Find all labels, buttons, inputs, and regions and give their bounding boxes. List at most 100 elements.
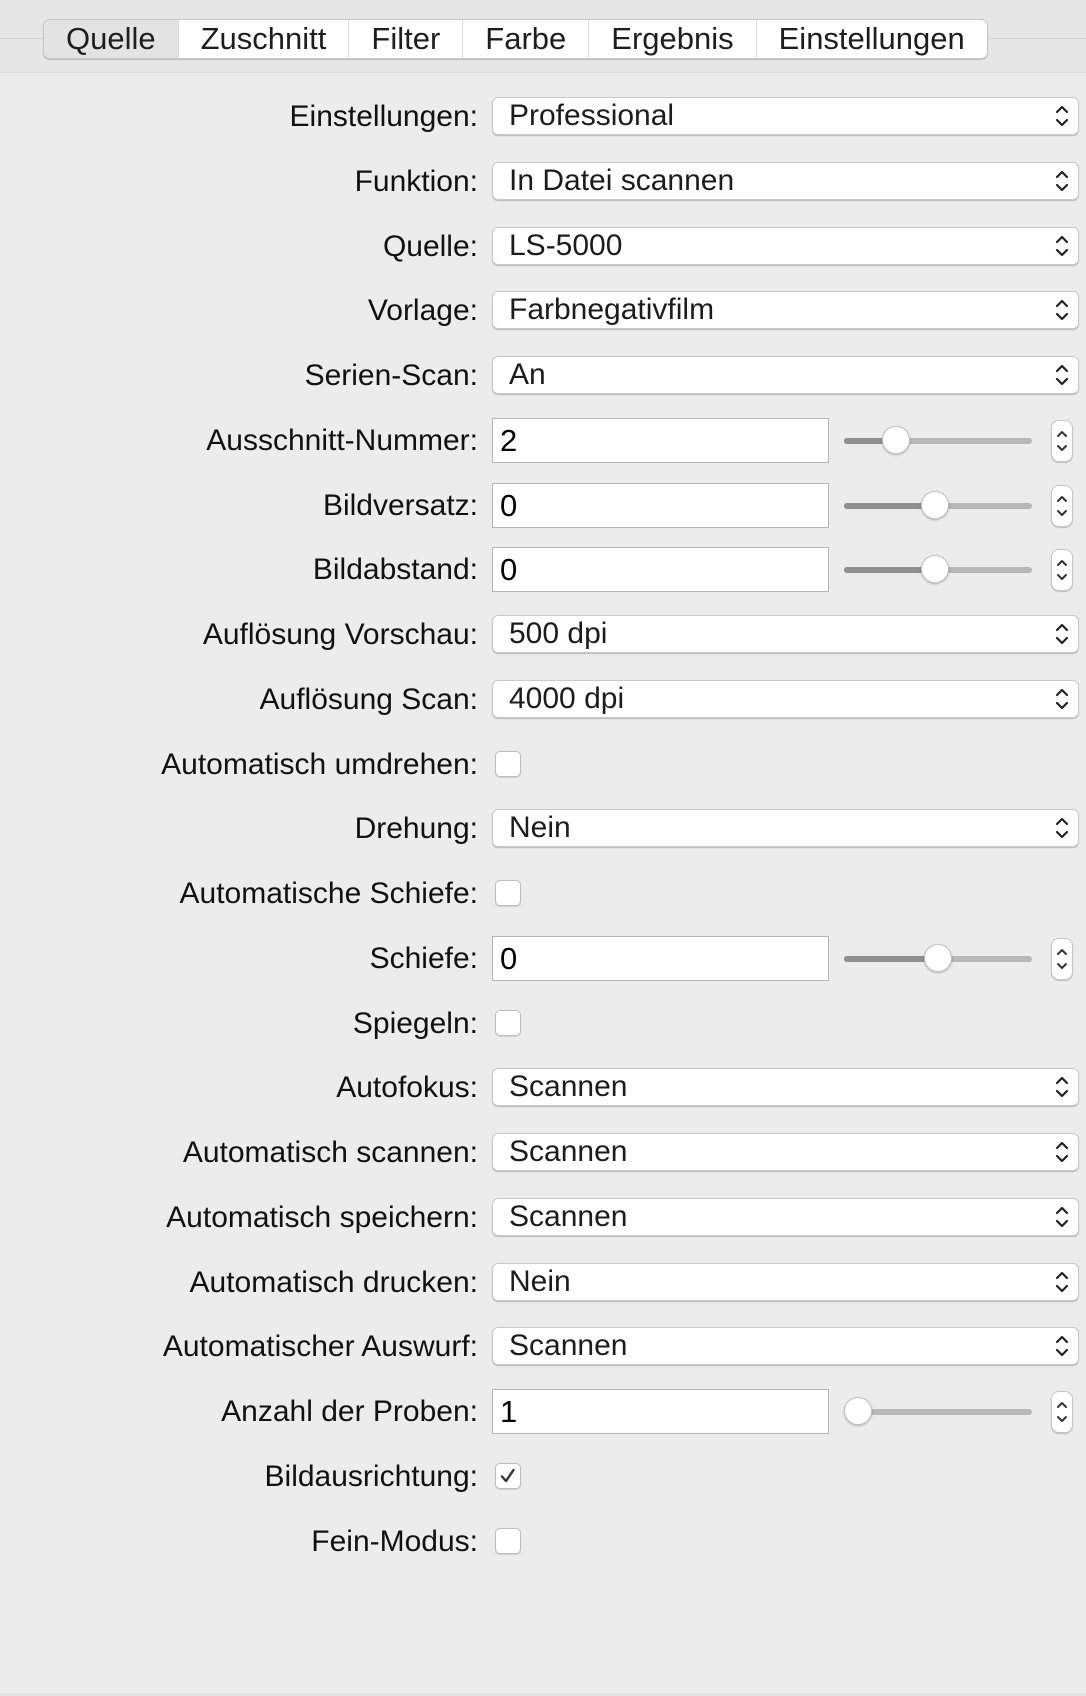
row-einstellungen: Einstellungen: Professional <box>0 92 1086 142</box>
automatische-schiefe-label: Automatische Schiefe: <box>179 877 479 910</box>
chevron-up-down-icon <box>1052 1137 1072 1167</box>
row-automatischer-auswurf: Automatischer Auswurf: Scannen <box>0 1322 1086 1372</box>
ausschnitt-nummer-input[interactable]: 2 <box>492 418 829 463</box>
row-funktion: Funktion: In Datei scannen <box>0 157 1086 207</box>
slider-knob[interactable] <box>844 1397 872 1425</box>
row-automatisch-scannen: Automatisch scannen: Scannen <box>0 1128 1086 1178</box>
tab-einstellungen[interactable]: Einstellungen <box>755 20 987 58</box>
slider-knob[interactable] <box>920 555 949 583</box>
bildabstand-slider[interactable] <box>844 545 1032 595</box>
automatischer-auswurf-value: Scannen <box>509 1329 628 1362</box>
ausschnitt-nummer-slider[interactable] <box>844 416 1032 466</box>
row-automatisch-umdrehen: Automatisch umdrehen: <box>0 740 1086 790</box>
funktion-label: Funktion: <box>354 165 478 198</box>
spiegeln-label: Spiegeln: <box>352 1007 478 1040</box>
automatisch-speichern-popup[interactable]: Scannen <box>492 1198 1079 1236</box>
tab-ergebnis[interactable]: Ergebnis <box>588 20 755 58</box>
schiefe-slider[interactable] <box>844 934 1032 984</box>
aufloesung-scan-popup[interactable]: 4000 dpi <box>492 680 1079 718</box>
aufloesung-scan-value: 4000 dpi <box>509 682 625 715</box>
automatisch-scannen-popup[interactable]: Scannen <box>492 1133 1079 1171</box>
einstellungen-value: Professional <box>509 99 675 132</box>
slider-track <box>844 1409 1032 1415</box>
row-bildabstand: Bildabstand: 0 <box>0 545 1086 595</box>
automatisch-umdrehen-label: Automatisch umdrehen: <box>161 748 478 781</box>
fein-modus-label: Fein-Modus: <box>311 1525 478 1558</box>
schiefe-stepper[interactable] <box>1051 938 1073 980</box>
automatisch-drucken-value: Nein <box>509 1265 571 1298</box>
tab-farbe[interactable]: Farbe <box>462 20 588 58</box>
automatischer-auswurf-popup[interactable]: Scannen <box>492 1327 1079 1365</box>
row-quelle: Quelle: LS-5000 <box>0 222 1086 272</box>
slider-knob[interactable] <box>882 426 911 454</box>
einstellungen-popup[interactable]: Professional <box>492 97 1079 135</box>
automatisch-scannen-label: Automatisch scannen: <box>182 1136 478 1169</box>
chevron-up-down-icon <box>1052 1072 1072 1102</box>
automatisch-umdrehen-checkbox[interactable] <box>495 751 521 777</box>
chevron-up-down-icon <box>1052 619 1072 649</box>
vorlage-label: Vorlage: <box>367 294 478 327</box>
bildabstand-label: Bildabstand: <box>312 553 478 586</box>
bildversatz-slider[interactable] <box>844 481 1032 531</box>
automatisch-drucken-popup[interactable]: Nein <box>492 1263 1079 1301</box>
automatisch-speichern-value: Scannen <box>509 1200 628 1233</box>
aufloesung-vorschau-value: 500 dpi <box>509 617 608 650</box>
anzahl-der-proben-slider[interactable] <box>844 1387 1032 1437</box>
chevron-up-down-icon <box>1052 1331 1072 1361</box>
bildabstand-stepper[interactable] <box>1051 549 1073 591</box>
bildausrichtung-checkbox[interactable] <box>495 1463 521 1489</box>
spiegeln-checkbox[interactable] <box>495 1010 521 1036</box>
fein-modus-checkbox[interactable] <box>495 1528 521 1554</box>
row-aufloesung-vorschau: Auflösung Vorschau: 500 dpi <box>0 610 1086 660</box>
tab-filter[interactable]: Filter <box>348 20 462 58</box>
vorlage-popup[interactable]: Farbnegativfilm <box>492 291 1079 329</box>
automatisch-speichern-label: Automatisch speichern: <box>166 1201 478 1234</box>
serien-scan-value: An <box>509 358 546 391</box>
slider-knob[interactable] <box>924 944 952 972</box>
automatische-schiefe-checkbox[interactable] <box>495 880 521 906</box>
bildversatz-input[interactable]: 0 <box>492 483 829 528</box>
chevron-up-down-icon <box>1052 813 1072 843</box>
chevron-up-down-icon <box>1052 231 1072 261</box>
aufloesung-vorschau-label: Auflösung Vorschau: <box>202 618 478 651</box>
quelle-popup[interactable]: LS-5000 <box>492 227 1079 265</box>
bildversatz-stepper[interactable] <box>1051 485 1073 527</box>
row-bildversatz: Bildversatz: 0 <box>0 481 1086 531</box>
serien-scan-label: Serien-Scan: <box>304 359 478 392</box>
row-automatisch-drucken: Automatisch drucken: Nein <box>0 1258 1086 1308</box>
anzahl-der-proben-stepper[interactable] <box>1051 1391 1073 1433</box>
autofokus-popup[interactable]: Scannen <box>492 1068 1079 1106</box>
chevron-up-down-icon <box>1052 166 1072 196</box>
tab-bar: Quelle Zuschnitt Filter Farbe Ergebnis Einste… <box>43 19 988 59</box>
automatisch-drucken-label: Automatisch drucken: <box>189 1266 478 1299</box>
aufloesung-vorschau-popup[interactable]: 500 dpi <box>492 615 1079 653</box>
tab-zuschnitt[interactable]: Zuschnitt <box>177 20 349 58</box>
row-automatisch-speichern: Automatisch speichern: Scannen <box>0 1193 1086 1243</box>
schiefe-input[interactable]: 0 <box>492 936 829 981</box>
chevron-up-down-icon <box>1052 101 1072 131</box>
ausschnitt-nummer-label: Ausschnitt-Nummer: <box>206 424 478 457</box>
row-aufloesung-scan: Auflösung Scan: 4000 dpi <box>0 675 1086 725</box>
row-anzahl-der-proben: Anzahl der Proben: 1 <box>0 1387 1086 1437</box>
tab-quelle[interactable]: Quelle <box>44 20 178 58</box>
autofokus-label: Autofokus: <box>336 1071 478 1104</box>
slider-knob[interactable] <box>920 491 949 519</box>
chevron-up-down-icon <box>1052 1202 1072 1232</box>
bildabstand-input[interactable]: 0 <box>492 547 829 592</box>
automatisch-scannen-value: Scannen <box>509 1135 628 1168</box>
bildversatz-label: Bildversatz: <box>322 489 478 522</box>
row-spiegeln: Spiegeln: <box>0 999 1086 1049</box>
drehung-popup[interactable]: Nein <box>492 809 1079 847</box>
quelle-value: LS-5000 <box>509 229 623 262</box>
drehung-label: Drehung: <box>354 812 478 845</box>
schiefe-label: Schiefe: <box>369 942 478 975</box>
chevron-up-down-icon <box>1052 684 1072 714</box>
serien-scan-popup[interactable]: An <box>492 356 1079 394</box>
anzahl-der-proben-input[interactable]: 1 <box>492 1389 829 1434</box>
einstellungen-label: Einstellungen: <box>289 100 478 133</box>
funktion-popup[interactable]: In Datei scannen <box>492 162 1079 200</box>
funktion-value: In Datei scannen <box>509 164 735 197</box>
row-vorlage: Vorlage: Farbnegativfilm <box>0 286 1086 336</box>
chevron-up-down-icon <box>1052 295 1072 325</box>
ausschnitt-nummer-stepper[interactable] <box>1051 420 1073 462</box>
